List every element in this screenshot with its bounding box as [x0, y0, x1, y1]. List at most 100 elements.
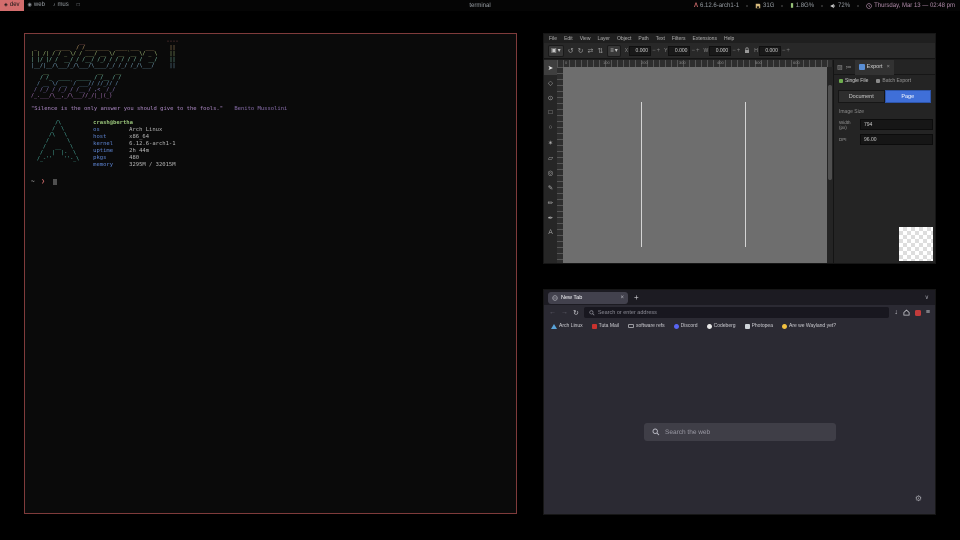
reload-icon[interactable]: ↻ [573, 309, 579, 317]
list-all-tabs-icon[interactable]: ∨ [925, 294, 929, 301]
export-width-input[interactable]: 794 [860, 119, 933, 130]
menu-help[interactable]: Help [724, 36, 734, 42]
back-icon[interactable]: ← [549, 309, 556, 316]
inkscape-window[interactable]: File Edit View Layer Object Path Text Fi… [543, 33, 936, 264]
spiral-tool[interactable]: ◎ [544, 165, 557, 180]
rectangle-tool[interactable]: □ [544, 105, 557, 120]
web-search-input[interactable]: Search the web [644, 423, 836, 441]
close-tab-icon[interactable]: × [620, 295, 624, 301]
bookmark-folder-software-refs[interactable]: software refs [628, 323, 665, 329]
export-icon [859, 64, 865, 70]
decrement-icon[interactable]: − [732, 48, 736, 54]
ublock-extension-icon[interactable] [915, 310, 921, 316]
workspace-dev[interactable]: ◈ dev [0, 0, 24, 11]
quote-text: "Silence is the only answer you should g… [31, 106, 223, 112]
fetch-row: osArch Linux [93, 127, 175, 134]
3dbox-tool[interactable]: ▱ [544, 150, 557, 165]
layers-dialog-icon[interactable]: ≔ [846, 64, 852, 71]
increment-icon[interactable]: + [657, 48, 661, 54]
inkscape-menubar: File Edit View Layer Object Path Text Fi… [544, 34, 935, 43]
menu-filters[interactable]: Filters [672, 36, 686, 42]
decrement-icon[interactable]: − [782, 48, 786, 54]
close-icon[interactable]: × [887, 64, 890, 70]
pencil-tool[interactable]: ✎ [544, 180, 557, 195]
speaker-icon [830, 3, 836, 9]
x-coordinate-field[interactable]: X 0.000 −+ [625, 46, 660, 56]
rotate-cw-icon[interactable]: ↻ [578, 47, 584, 55]
bookmark-codeberg[interactable]: Codeberg [707, 323, 736, 329]
calligraphy-tool[interactable]: ✒ [544, 210, 557, 225]
objects-dialog-icon[interactable]: ▨ [837, 64, 843, 71]
menu-icon[interactable]: ≡ [926, 309, 930, 316]
new-tab-page: Search the web ⚙ [544, 333, 935, 514]
separator [821, 5, 823, 7]
height-field[interactable]: H 0.000 −+ [754, 46, 790, 56]
menu-object[interactable]: Object [617, 36, 631, 42]
scrollbar-thumb[interactable] [828, 85, 832, 180]
menu-file[interactable]: File [549, 36, 557, 42]
node-tool[interactable]: ◇ [544, 75, 557, 90]
terminal-window[interactable]: __ ···· _ _____ / /________ ____ ___ ___… [24, 33, 517, 514]
bookmark-discord[interactable]: Discord [674, 323, 698, 329]
workspace-empty[interactable]: □ [73, 0, 84, 11]
flip-horizontal-icon[interactable]: ⇄ [587, 47, 593, 55]
selector-tool[interactable]: ➤ [544, 60, 557, 75]
text-tool[interactable]: A [544, 225, 557, 240]
bookmark-photopea[interactable]: Photopea [745, 323, 773, 329]
firefox-window[interactable]: New Tab × + ∨ ← → ↻ Search or enter addr… [543, 289, 936, 515]
single-file-tab[interactable]: Single File [839, 78, 868, 84]
inkscape-canvas[interactable] [563, 67, 827, 263]
page-button[interactable]: Page [885, 90, 932, 103]
align-dropdown[interactable]: ≡▾ [607, 45, 621, 57]
export-dpi-input[interactable]: 96.00 [860, 134, 933, 145]
menu-path[interactable]: Path [638, 36, 648, 42]
single-file-icon [839, 79, 843, 83]
batch-export-tab[interactable]: Batch Export [876, 78, 911, 84]
home-icon[interactable] [903, 309, 910, 316]
dock-tab-bar: ▨ ≔ Export × [834, 60, 935, 75]
ellipse-tool[interactable]: ○ [544, 120, 557, 135]
forward-icon[interactable]: → [561, 309, 568, 316]
downloads-icon[interactable]: ↓ [894, 309, 898, 316]
decrement-icon[interactable]: − [691, 48, 695, 54]
star-tool[interactable]: ✶ [544, 135, 557, 150]
new-tab-button[interactable]: + [634, 293, 639, 303]
workspace-label: web [34, 0, 45, 11]
batch-export-icon [876, 79, 880, 83]
bookmark-wayland[interactable]: Are we Wayland yet? [782, 323, 836, 329]
fetch-row: kernel6.12.6-arch1-1 [93, 141, 175, 148]
shape-builder-tool[interactable]: ⊙ [544, 90, 557, 105]
menu-layer[interactable]: Layer [597, 36, 610, 42]
decrement-icon[interactable]: − [652, 48, 656, 54]
menu-view[interactable]: View [580, 36, 591, 42]
flip-vertical-icon[interactable]: ⇅ [597, 47, 603, 55]
increment-icon[interactable]: + [696, 48, 700, 54]
increment-icon[interactable]: + [786, 48, 790, 54]
export-dialog-tab[interactable]: Export × [855, 60, 894, 75]
volume-status: 72% [830, 3, 850, 9]
workspace-music[interactable]: ♪ mus [49, 0, 73, 11]
align-icon: ≡ [610, 48, 614, 54]
selection-mode-dropdown[interactable]: ▣▾ [548, 45, 564, 57]
document-button[interactable]: Document [838, 90, 885, 103]
y-coordinate-field[interactable]: Y 0.000 −+ [664, 46, 699, 56]
address-bar[interactable]: Search or enter address [584, 307, 890, 318]
menu-text[interactable]: Text [656, 36, 665, 42]
menu-extensions[interactable]: Extensions [693, 36, 717, 42]
personalize-gear-icon[interactable]: ⚙ [915, 494, 922, 503]
bookmark-arch-linux[interactable]: Arch Linux [551, 323, 583, 329]
codeberg-icon [707, 324, 712, 329]
shell-prompt[interactable]: ~ ❯ [31, 178, 510, 185]
quote-author: Benito Mussolini [234, 106, 287, 112]
lock-ratio-icon[interactable] [744, 47, 750, 54]
page-right-edge [745, 102, 746, 247]
active-tab[interactable]: New Tab × [548, 292, 628, 304]
menu-edit[interactable]: Edit [564, 36, 573, 42]
bookmark-tuta-mail[interactable]: Tuta Mail [592, 323, 619, 329]
width-field[interactable]: W 0.000 −+ [703, 46, 740, 56]
increment-icon[interactable]: + [737, 48, 741, 54]
workspace-web[interactable]: ◉ web [24, 0, 49, 11]
wayland-icon [782, 324, 787, 329]
rotate-ccw-icon[interactable]: ↺ [568, 47, 574, 55]
pen-tool[interactable]: ✏ [544, 195, 557, 210]
